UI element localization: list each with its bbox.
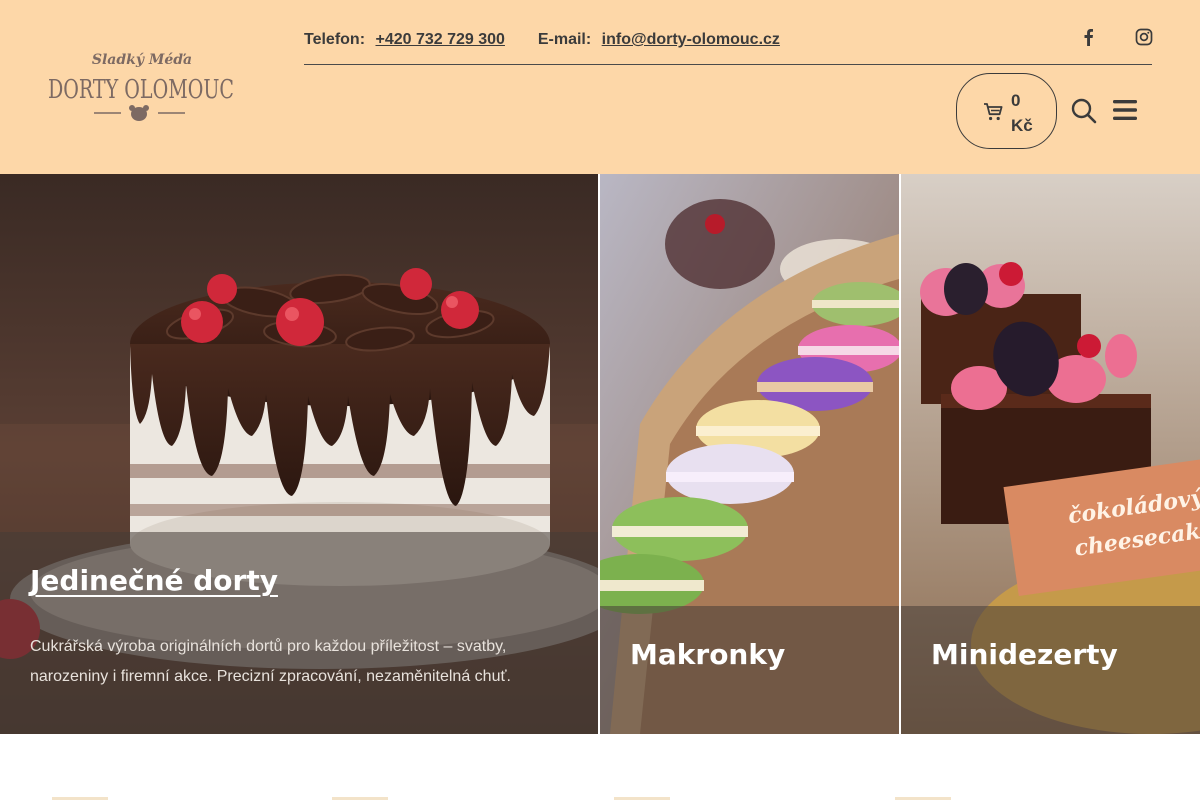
cart-total: 0 Kč — [1011, 88, 1041, 138]
shopping-cart-icon — [984, 103, 1003, 121]
logo-wordmark: DORTY OLOMOUC — [48, 75, 234, 105]
bear-icon — [129, 105, 149, 121]
cart-total-currency: Kč — [1011, 116, 1033, 135]
content-section — [0, 734, 1200, 800]
tile-title-macarons[interactable]: Makronky — [630, 638, 785, 671]
tile-macarons[interactable]: Makronky — [600, 174, 899, 734]
site-header: Sladký Méďa DORTY OLOMOUC Telefon: +420 … — [0, 0, 1200, 174]
contact-info: Telefon: +420 732 729 300 E-mail: info@d… — [304, 31, 780, 49]
hamburger-menu-icon[interactable] — [1113, 99, 1137, 121]
phone-label: Telefon: — [304, 31, 366, 48]
email-link[interactable]: info@dorty-olomouc.cz — [602, 31, 780, 48]
site-logo[interactable]: Sladký Méďa DORTY OLOMOUC — [44, 48, 238, 128]
phone-link[interactable]: +420 732 729 300 — [375, 31, 504, 48]
email-label: E-mail: — [537, 31, 592, 48]
tile-cakes[interactable]: Jedinečné dorty Cukrářská výroba originá… — [0, 174, 598, 734]
tile-description-cakes: Cukrářská výroba originálních dortů pro … — [30, 638, 511, 685]
tile-minidesserts[interactable]: čokoládový cheesecake Minidezerty — [901, 174, 1200, 734]
tile-title-minidesserts[interactable]: Minidezerty — [931, 638, 1118, 671]
contact-bar: Telefon: +420 732 729 300 E-mail: info@d… — [304, 24, 1153, 65]
tile-title-cakes[interactable]: Jedinečné dorty — [30, 564, 278, 597]
cart-button[interactable]: 0 Kč — [956, 73, 1057, 149]
instagram-icon[interactable] — [1135, 28, 1153, 46]
facebook-icon[interactable] — [1080, 28, 1098, 46]
search-icon[interactable] — [1071, 98, 1097, 124]
logo-tagline: Sladký Méďa — [92, 51, 192, 68]
cart-total-value: 0 — [1011, 91, 1021, 110]
